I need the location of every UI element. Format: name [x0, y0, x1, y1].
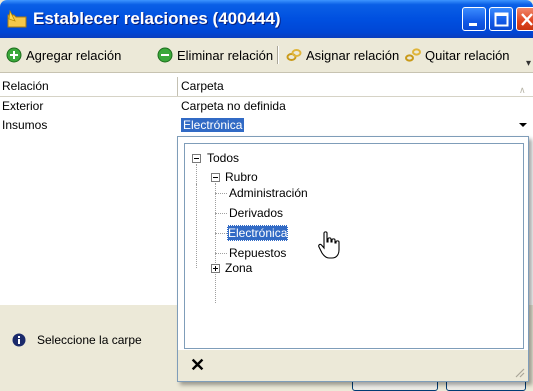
remove-relation-label: Eliminar relación: [177, 47, 274, 63]
popup-footer: ✕: [178, 350, 528, 381]
add-green-circle-icon: [6, 47, 22, 63]
maximize-icon: [494, 12, 509, 27]
title-bar[interactable]: Establecer relaciones (400444): [0, 0, 533, 38]
folder-picker-popup: Todos Rubro Administración Derivados Ele…: [177, 136, 529, 382]
folder-tree: Todos Rubro Administración Derivados Ele…: [184, 143, 524, 349]
toolbar: Agregar relación Eliminar relación Asign…: [0, 38, 533, 73]
column-header-carpeta[interactable]: Carpeta: [179, 77, 533, 96]
table-row[interactable]: Exterior Carpeta no definida: [0, 97, 533, 115]
sort-arrow-icon: ∧: [519, 85, 526, 95]
tree-node-zona[interactable]: Zona: [225, 260, 252, 276]
close-icon: [521, 13, 533, 26]
link-chain-icon: [286, 49, 302, 61]
tree-connector: [196, 164, 197, 184]
add-relation-label: Agregar relación: [26, 47, 122, 63]
app-icon: [7, 10, 27, 28]
tree-node-electronica[interactable]: Electrónica: [227, 225, 289, 241]
column-header-relacion[interactable]: Relación: [0, 77, 178, 96]
close-popup-icon[interactable]: ✕: [190, 356, 205, 374]
hand-pointer-icon: [318, 231, 340, 259]
tree-connector: [215, 213, 227, 214]
info-icon: [12, 333, 26, 347]
maximize-button[interactable]: [489, 7, 513, 31]
table-row[interactable]: Insumos Electrónica: [0, 116, 533, 134]
expand-zona-icon[interactable]: [211, 264, 220, 273]
cell-carpeta: Carpeta no definida: [181, 99, 286, 113]
assign-relation-button[interactable]: Asignar relación: [286, 45, 399, 65]
unlink-chain-icon: [405, 48, 421, 62]
tree-node-derivados[interactable]: Derivados: [229, 205, 283, 221]
remove-relation-button[interactable]: Eliminar relación: [157, 45, 273, 65]
tree-connector: [215, 253, 227, 254]
remove-assignment-button[interactable]: Quitar relación: [405, 45, 510, 65]
toolbar-separator: [277, 46, 279, 64]
collapse-rubro-icon[interactable]: [211, 173, 220, 182]
status-message: Seleccione la carpe: [37, 333, 142, 347]
remove-green-circle-icon: [157, 47, 173, 63]
minimize-icon: [469, 23, 477, 26]
dropdown-arrow-icon[interactable]: [515, 116, 531, 133]
tree-connector: [215, 183, 216, 303]
tree-node-administracion[interactable]: Administración: [229, 185, 308, 201]
remove-assignment-label: Quitar relación: [425, 47, 510, 63]
tree-node-rubro[interactable]: Rubro: [225, 169, 258, 185]
cell-relacion: Exterior: [2, 99, 44, 113]
carpeta-dropdown[interactable]: Electrónica: [179, 116, 511, 134]
tree-node-repuestos[interactable]: Repuestos: [229, 245, 286, 261]
resize-grip-icon[interactable]: [513, 366, 525, 378]
add-relation-button[interactable]: Agregar relación: [6, 45, 121, 65]
assign-relation-label: Asignar relación: [306, 47, 400, 63]
tree-node-todos[interactable]: Todos: [207, 150, 239, 166]
collapse-todos-icon[interactable]: [192, 154, 201, 163]
toolbar-overflow-icon[interactable]: ▾: [526, 58, 531, 69]
dialog-window: Establecer relaciones (400444) Agregar r…: [0, 0, 533, 391]
close-window-button[interactable]: [516, 7, 533, 31]
carpeta-selected-value: Electrónica: [181, 118, 245, 132]
tree-connector: [215, 193, 227, 194]
minimize-button[interactable]: [462, 7, 486, 31]
grid-header: Relación Carpeta ∧: [0, 77, 533, 97]
cell-relacion: Insumos: [2, 118, 48, 132]
tree-connector: [196, 184, 197, 268]
window-title: Establecer relaciones (400444): [33, 9, 281, 28]
tree-connector: [215, 233, 227, 234]
